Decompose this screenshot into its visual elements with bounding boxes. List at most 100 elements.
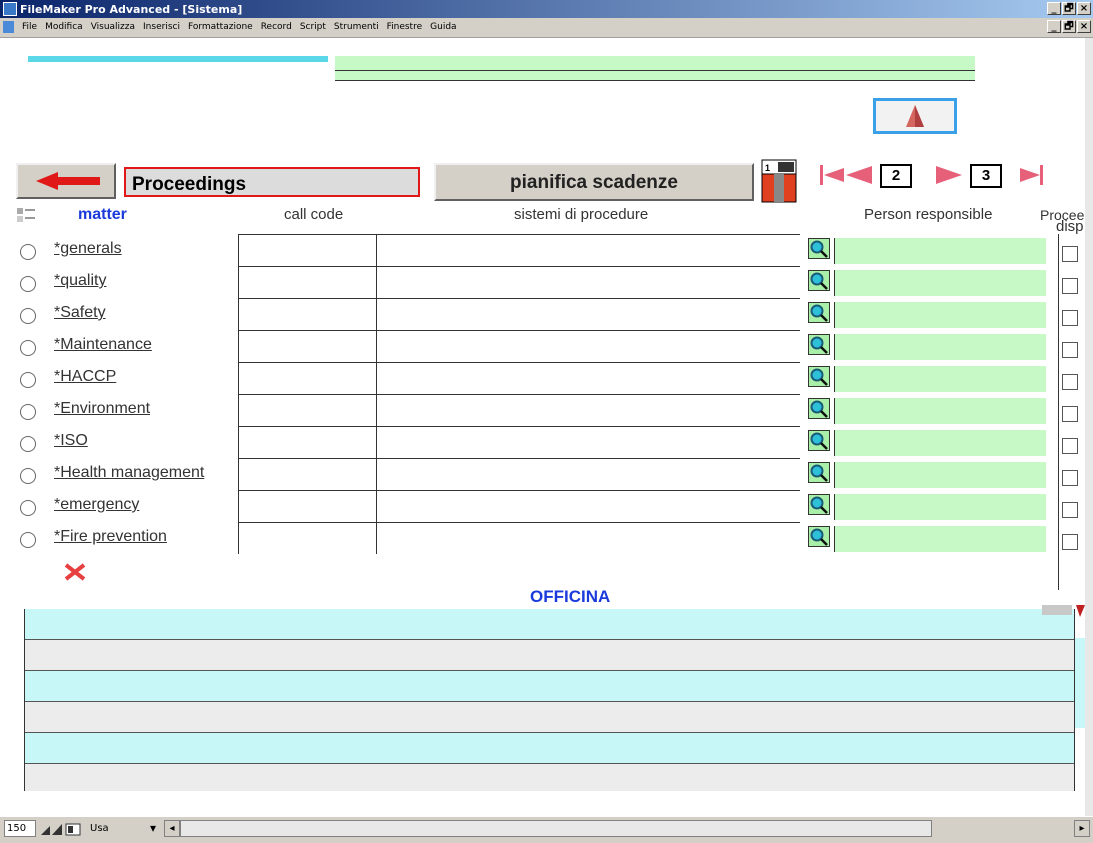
person-responsible-field[interactable] bbox=[834, 270, 1046, 296]
system-procedure-field[interactable] bbox=[376, 458, 800, 490]
lookup-button[interactable] bbox=[808, 238, 830, 259]
row-matter-label[interactable]: *Fire prevention bbox=[54, 528, 167, 546]
horizontal-scrollbar[interactable] bbox=[180, 820, 932, 837]
doc-restore-button[interactable]: 🗗 bbox=[1062, 20, 1076, 33]
mode-dropdown-icon[interactable]: ▾ bbox=[150, 821, 156, 835]
row-checkbox[interactable] bbox=[1062, 278, 1078, 294]
row-matter-label[interactable]: *Maintenance bbox=[54, 336, 152, 354]
system-procedure-field[interactable] bbox=[376, 394, 800, 426]
row-radio[interactable] bbox=[20, 436, 36, 452]
row-radio[interactable] bbox=[20, 340, 36, 356]
call-code-field[interactable] bbox=[238, 394, 376, 426]
row-checkbox[interactable] bbox=[1062, 470, 1078, 486]
row-checkbox[interactable] bbox=[1062, 438, 1078, 454]
current-page-box[interactable]: 2 bbox=[880, 164, 912, 188]
row-checkbox[interactable] bbox=[1062, 310, 1078, 326]
person-responsible-field[interactable] bbox=[834, 494, 1046, 520]
lookup-button[interactable] bbox=[808, 334, 830, 355]
scroll-up-button[interactable] bbox=[873, 98, 957, 134]
system-procedure-field[interactable] bbox=[376, 490, 800, 522]
zoom-controls-icon[interactable] bbox=[40, 822, 84, 836]
person-responsible-field[interactable] bbox=[834, 238, 1046, 264]
row-radio[interactable] bbox=[20, 276, 36, 292]
lookup-button[interactable] bbox=[808, 462, 830, 483]
lookup-button[interactable] bbox=[808, 398, 830, 419]
restore-button[interactable]: 🗗 bbox=[1062, 2, 1076, 15]
call-code-field[interactable] bbox=[238, 458, 376, 490]
call-code-field[interactable] bbox=[238, 266, 376, 298]
person-responsible-field[interactable] bbox=[834, 462, 1046, 488]
row-radio[interactable] bbox=[20, 244, 36, 260]
row-matter-label[interactable]: *generals bbox=[54, 240, 122, 258]
portal-row[interactable] bbox=[25, 733, 1074, 764]
plan-deadlines-button[interactable]: pianifica scadenze bbox=[434, 163, 754, 201]
portal-row[interactable] bbox=[25, 609, 1074, 640]
menu-inserisci[interactable]: Inserisci bbox=[143, 22, 180, 32]
menu-visualizza[interactable]: Visualizza bbox=[91, 22, 135, 32]
row-matter-label[interactable]: *ISO bbox=[54, 432, 88, 450]
call-code-field[interactable] bbox=[238, 522, 376, 554]
menu-record[interactable]: Record bbox=[261, 22, 292, 32]
row-matter-label[interactable]: *Health management bbox=[54, 464, 204, 482]
row-checkbox[interactable] bbox=[1062, 342, 1078, 358]
call-code-field[interactable] bbox=[238, 426, 376, 458]
person-responsible-field[interactable] bbox=[834, 526, 1046, 552]
portal-row[interactable] bbox=[25, 640, 1074, 671]
person-responsible-field[interactable] bbox=[834, 302, 1046, 328]
call-code-field[interactable] bbox=[238, 490, 376, 522]
close-button[interactable]: × bbox=[1077, 2, 1091, 15]
row-checkbox[interactable] bbox=[1062, 406, 1078, 422]
total-page-box[interactable]: 3 bbox=[970, 164, 1002, 188]
person-responsible-field[interactable] bbox=[834, 334, 1046, 360]
call-code-field[interactable] bbox=[238, 298, 376, 330]
menu-formattazione[interactable]: Formattazione bbox=[188, 22, 253, 32]
row-radio[interactable] bbox=[20, 468, 36, 484]
portal-row[interactable] bbox=[25, 702, 1074, 733]
top-green-field[interactable] bbox=[335, 56, 975, 81]
row-checkbox[interactable] bbox=[1062, 246, 1078, 262]
menu-finestre[interactable]: Finestre bbox=[387, 22, 423, 32]
menu-modifica[interactable]: Modifica bbox=[45, 22, 83, 32]
system-procedure-field[interactable] bbox=[376, 522, 800, 554]
row-radio[interactable] bbox=[20, 404, 36, 420]
row-matter-label[interactable]: *HACCP bbox=[54, 368, 116, 386]
lookup-button[interactable] bbox=[808, 494, 830, 515]
system-procedure-field[interactable] bbox=[376, 330, 800, 362]
row-matter-label[interactable]: *emergency bbox=[54, 496, 139, 514]
row-radio[interactable] bbox=[20, 308, 36, 324]
row-radio[interactable] bbox=[20, 372, 36, 388]
row-matter-label[interactable]: *Environment bbox=[54, 400, 150, 418]
row-checkbox[interactable] bbox=[1062, 374, 1078, 390]
call-code-field[interactable] bbox=[238, 362, 376, 394]
system-procedure-field[interactable] bbox=[376, 362, 800, 394]
back-button[interactable] bbox=[16, 163, 116, 199]
portal-scroll-strip[interactable] bbox=[1075, 638, 1085, 728]
book-calendar-icon[interactable]: 1 bbox=[760, 158, 798, 204]
portal-row[interactable] bbox=[25, 671, 1074, 702]
person-responsible-field[interactable] bbox=[834, 398, 1046, 424]
minimize-button[interactable]: _ bbox=[1047, 2, 1061, 15]
scroll-right-button[interactable]: ▸ bbox=[1074, 820, 1090, 837]
lookup-button[interactable] bbox=[808, 302, 830, 323]
delete-icon[interactable] bbox=[62, 562, 90, 582]
person-responsible-field[interactable] bbox=[834, 366, 1046, 392]
menu-file[interactable]: File bbox=[22, 22, 37, 32]
menu-strumenti[interactable]: Strumenti bbox=[334, 22, 379, 32]
lookup-button[interactable] bbox=[808, 526, 830, 547]
row-radio[interactable] bbox=[20, 532, 36, 548]
lookup-button[interactable] bbox=[808, 366, 830, 387]
row-checkbox[interactable] bbox=[1062, 502, 1078, 518]
row-matter-label[interactable]: *Safety bbox=[54, 304, 106, 322]
zoom-level[interactable]: 150 bbox=[4, 820, 36, 837]
call-code-field[interactable] bbox=[238, 330, 376, 362]
vertical-scrollbar[interactable] bbox=[1085, 38, 1093, 816]
system-procedure-field[interactable] bbox=[376, 426, 800, 458]
row-checkbox[interactable] bbox=[1062, 534, 1078, 550]
scroll-left-button[interactable]: ◂ bbox=[164, 820, 180, 837]
system-procedure-field[interactable] bbox=[376, 234, 800, 266]
lookup-button[interactable] bbox=[808, 270, 830, 291]
row-matter-label[interactable]: *quality bbox=[54, 272, 106, 290]
document-icon[interactable] bbox=[3, 21, 14, 33]
system-procedure-field[interactable] bbox=[376, 266, 800, 298]
lookup-button[interactable] bbox=[808, 430, 830, 451]
